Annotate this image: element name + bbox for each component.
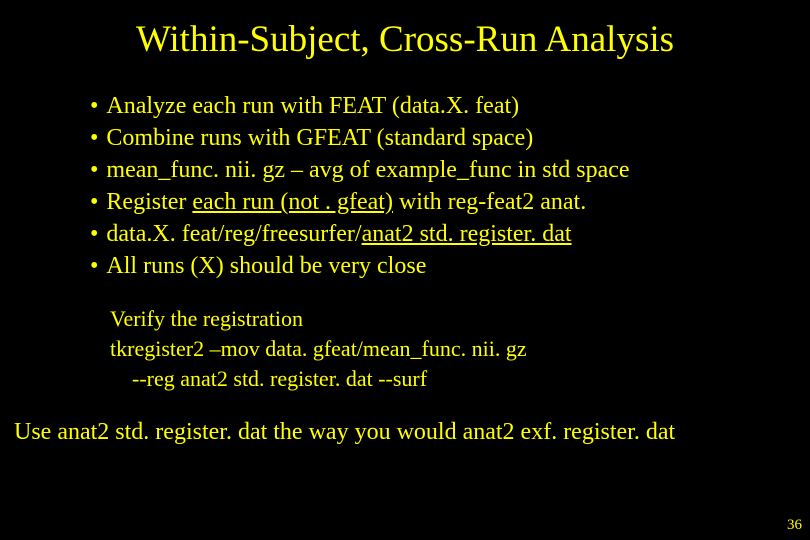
bullet-marker: • (90, 251, 98, 283)
sub-line: tkregister2 –mov data. gfeat/mean_func. … (110, 334, 810, 364)
bullet-text: All runs (X) should be very close (106, 251, 426, 283)
bullet-text: Register each run (not . gfeat) with reg… (106, 187, 586, 219)
sub-block: Verify the registration tkregister2 –mov… (0, 282, 810, 393)
bullet-marker: • (90, 123, 98, 155)
footer-text: Use anat2 std. register. dat the way you… (0, 394, 810, 446)
sub-line: Verify the registration (110, 304, 810, 334)
bullet-item: • Register each run (not . gfeat) with r… (90, 187, 770, 219)
page-number: 36 (787, 517, 802, 534)
bullet-item: • Combine runs with GFEAT (standard spac… (90, 123, 770, 155)
bullet-text: mean_func. nii. gz – avg of example_func… (106, 155, 629, 187)
bullet-marker: • (90, 155, 98, 187)
bullet-text: data.X. feat/reg/freesurfer/anat2 std. r… (106, 219, 571, 251)
sub-line: --reg anat2 std. register. dat --surf (110, 364, 810, 394)
bullet-text: Combine runs with GFEAT (standard space) (106, 123, 533, 155)
bullet-marker: • (90, 219, 98, 251)
bullet-marker: • (90, 91, 98, 123)
bullet-list: • Analyze each run with FEAT (data.X. fe… (0, 91, 810, 282)
bullet-item: • mean_func. nii. gz – avg of example_fu… (90, 155, 770, 187)
bullet-item: • All runs (X) should be very close (90, 251, 770, 283)
bullet-item: • Analyze each run with FEAT (data.X. fe… (90, 91, 770, 123)
bullet-text: Analyze each run with FEAT (data.X. feat… (106, 91, 519, 123)
slide: Within-Subject, Cross-Run Analysis • Ana… (0, 0, 810, 540)
bullet-item: • data.X. feat/reg/freesurfer/anat2 std.… (90, 219, 770, 251)
slide-title: Within-Subject, Cross-Run Analysis (0, 0, 810, 91)
bullet-marker: • (90, 187, 98, 219)
